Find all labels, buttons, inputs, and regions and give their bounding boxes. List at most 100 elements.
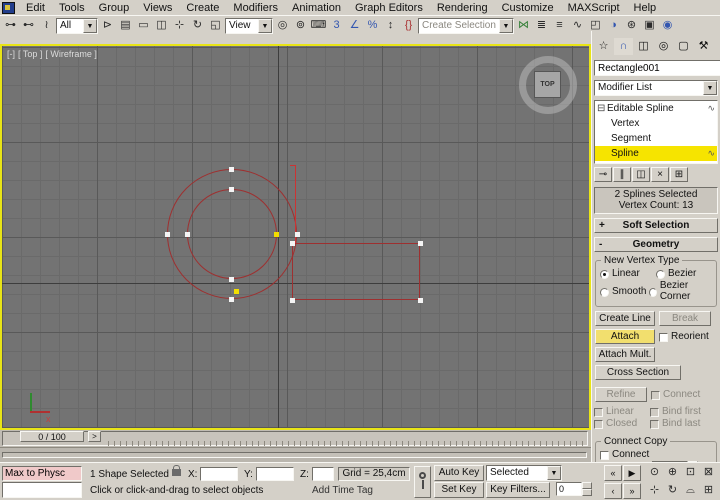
angle-snap-icon[interactable]: ∠: [346, 18, 363, 34]
selection-lock-icon[interactable]: [172, 469, 181, 476]
percent-snap-icon[interactable]: %: [364, 18, 381, 34]
select-and-link-icon[interactable]: ⊶: [2, 18, 19, 34]
reorient-checkbox[interactable]: Reorient: [659, 331, 709, 342]
zoom-region-icon[interactable]: ⊠: [700, 465, 717, 481]
go-to-start-button[interactable]: «: [604, 465, 622, 481]
radio-bezier-corner-control[interactable]: [649, 288, 657, 297]
tab-hierarchy[interactable]: ◫: [634, 38, 653, 55]
bind-first-checkbox[interactable]: Bind first: [650, 406, 701, 417]
menu-edit[interactable]: Edit: [19, 1, 52, 15]
stack-item-editable-spline[interactable]: ⊟ Editable Spline ∿: [595, 101, 717, 116]
attach-mult-button[interactable]: Attach Mult.: [595, 347, 655, 362]
stack-item-vertex[interactable]: Vertex: [595, 116, 717, 131]
key-mode-combo[interactable]: Selected ▼: [486, 465, 562, 481]
selection-filter-combo[interactable]: All ▼: [56, 18, 98, 34]
tab-display[interactable]: ▢: [674, 38, 693, 55]
refine-button[interactable]: Refine: [595, 387, 647, 402]
current-frame-spinner[interactable]: 0: [556, 482, 592, 496]
select-by-name-icon[interactable]: ▤: [117, 18, 134, 34]
chevron-down-icon[interactable]: ▼: [547, 466, 561, 480]
rollout-collapse-icon[interactable]: -: [599, 238, 602, 251]
make-unique-icon[interactable]: ◫: [632, 167, 650, 182]
pin-stack-icon[interactable]: ⊸: [594, 167, 612, 182]
top-viewport[interactable]: [-] [ Top ] [ Wireframe ] TOP: [0, 44, 591, 430]
vertex-handle[interactable]: [229, 187, 234, 192]
vertex-handle[interactable]: [290, 241, 295, 246]
unlink-selection-icon[interactable]: ⊷: [20, 18, 37, 34]
menu-animation[interactable]: Animation: [285, 1, 348, 15]
menu-graph-editors[interactable]: Graph Editors: [348, 1, 430, 15]
stack-item-spline[interactable]: Spline ∿: [595, 146, 717, 161]
viewcube-top-face[interactable]: TOP: [534, 71, 561, 98]
previous-frame-button[interactable]: ‹: [604, 483, 622, 499]
chevron-down-icon[interactable]: ▼: [258, 19, 272, 33]
maxscript-mini-listener[interactable]: [2, 466, 82, 481]
closed-checkbox-control[interactable]: [594, 420, 603, 429]
max-logo-icon[interactable]: [2, 2, 15, 14]
keyboard-override-icon[interactable]: ⌨: [310, 18, 327, 34]
configure-modifier-sets-icon[interactable]: ⊞: [670, 167, 688, 182]
select-and-move-icon[interactable]: ⊹: [171, 18, 188, 34]
radio-bezier-corner[interactable]: Bezier Corner: [649, 280, 713, 302]
object-name-field[interactable]: [594, 60, 720, 76]
set-key-button[interactable]: Set Key: [434, 482, 484, 498]
zoom-all-icon[interactable]: ⊕: [664, 465, 681, 481]
edit-named-selections-icon[interactable]: {}: [400, 18, 417, 34]
track-bar[interactable]: [0, 447, 591, 462]
mirror-icon[interactable]: ⋈: [515, 18, 532, 34]
zoom-extents-icon[interactable]: ⊡: [682, 465, 699, 481]
layer-manager-icon[interactable]: ≡: [551, 18, 568, 34]
menu-modifiers[interactable]: Modifiers: [226, 1, 285, 15]
radio-linear-control[interactable]: [600, 270, 609, 279]
vertex-handle[interactable]: [165, 232, 170, 237]
snaps-toggle-icon[interactable]: 3: [328, 18, 345, 34]
menu-maxscript[interactable]: MAXScript: [561, 1, 627, 15]
maximize-viewport-icon[interactable]: ⊞: [700, 483, 717, 499]
viewport-menu-view[interactable]: [ Top ]: [18, 49, 42, 59]
use-pivot-center-icon[interactable]: ◎: [274, 18, 291, 34]
closed-checkbox[interactable]: Closed: [594, 418, 650, 429]
chevron-down-icon[interactable]: ▼: [499, 19, 513, 33]
vertex-handle[interactable]: [185, 232, 190, 237]
bind-to-space-warp-icon[interactable]: ≀: [38, 18, 55, 34]
tab-utilities[interactable]: ⚒: [694, 38, 713, 55]
vertex-handle[interactable]: [290, 298, 295, 303]
spinner-arrows-icon[interactable]: [582, 482, 592, 496]
z-coord-field[interactable]: [312, 467, 334, 481]
spinner-snap-icon[interactable]: ↕: [382, 18, 399, 34]
play-button[interactable]: ▶: [623, 465, 641, 481]
select-and-rotate-icon[interactable]: ↻: [189, 18, 206, 34]
vertex-handle[interactable]: [229, 167, 234, 172]
maxscript-listener-line[interactable]: [2, 482, 82, 498]
radio-smooth-control[interactable]: [600, 288, 609, 297]
radio-bezier[interactable]: Bezier: [656, 268, 696, 279]
break-button[interactable]: Break: [659, 311, 711, 326]
tab-motion[interactable]: ◎: [654, 38, 673, 55]
set-keys-button[interactable]: [414, 466, 431, 498]
bind-last-checkbox[interactable]: Bind last: [650, 418, 700, 429]
vertex-handle[interactable]: [418, 298, 423, 303]
tree-collapse-icon[interactable]: ⊟: [597, 101, 607, 116]
connect-checkbox[interactable]: Connect: [651, 389, 700, 400]
select-and-manipulate-icon[interactable]: ⊚: [292, 18, 309, 34]
vertex-handle-selected[interactable]: [274, 232, 279, 237]
curve-editor-icon[interactable]: ∿: [569, 18, 586, 34]
spline-rectangle[interactable]: [292, 243, 420, 300]
chevron-down-icon[interactable]: ▼: [703, 81, 717, 95]
x-coord-field[interactable]: [200, 467, 238, 481]
vertex-handle[interactable]: [229, 297, 234, 302]
vertex-handle-selected[interactable]: [234, 289, 239, 294]
connect-copy-checkbox[interactable]: Connect: [600, 449, 649, 460]
menu-tools[interactable]: Tools: [52, 1, 92, 15]
spline-inner-circle[interactable]: [187, 189, 277, 279]
window-crossing-icon[interactable]: ◫: [153, 18, 170, 34]
auto-key-button[interactable]: Auto Key: [434, 465, 484, 481]
linear-checkbox-control[interactable]: [594, 408, 603, 417]
time-slider-handle[interactable]: 0 / 100: [20, 431, 84, 442]
rectangular-selection-icon[interactable]: ▭: [135, 18, 152, 34]
menu-help[interactable]: Help: [627, 1, 664, 15]
show-end-result-icon[interactable]: ∥: [613, 167, 631, 182]
reorient-checkbox-control[interactable]: [659, 333, 668, 342]
remove-modifier-icon[interactable]: ×: [651, 167, 669, 182]
bind-first-checkbox-control[interactable]: [650, 408, 659, 417]
